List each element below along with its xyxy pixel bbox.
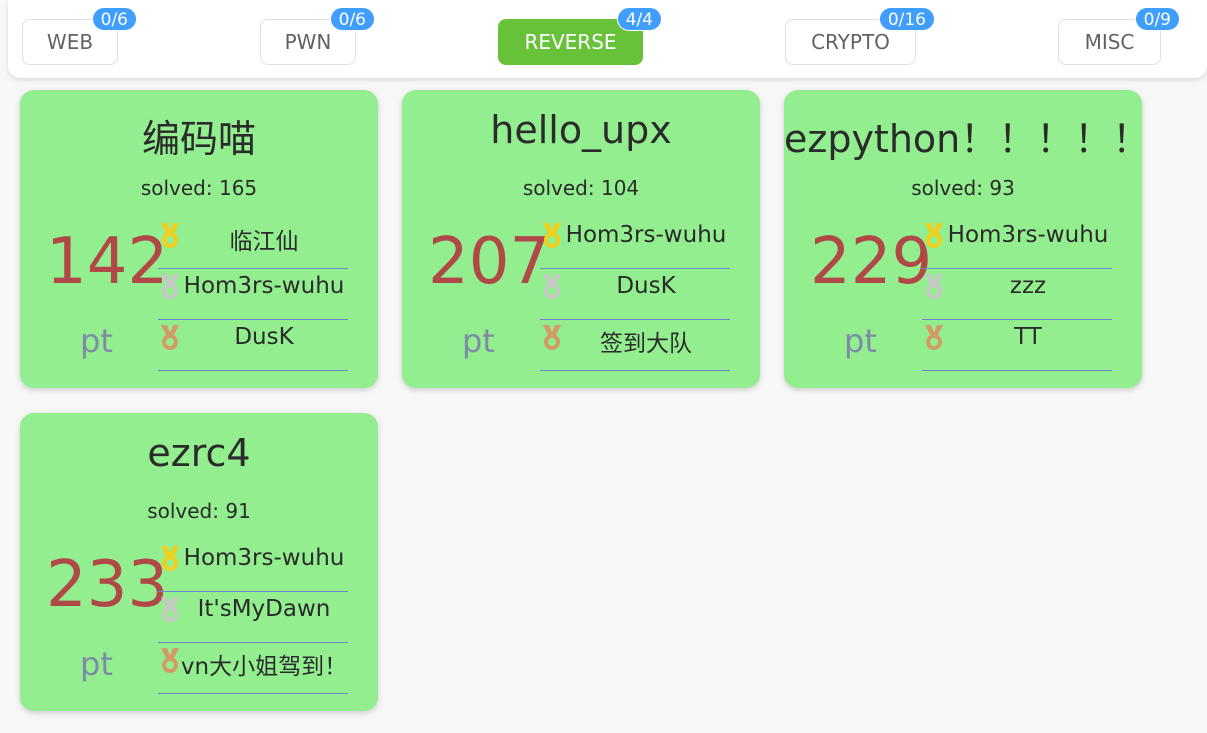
challenge-score: 207	[428, 225, 551, 299]
solver-name: Hom3rs-wuhu	[947, 222, 1109, 248]
solver-name: vn大小姐驾到！	[180, 654, 348, 680]
silver-medal-icon	[922, 273, 946, 301]
silver-medal-icon	[158, 596, 182, 624]
solver-row: DusK	[158, 320, 348, 371]
solver-name: It'sMyDawn	[197, 596, 331, 622]
gold-medal-icon	[158, 545, 182, 573]
solved-count: solved: 91	[147, 499, 251, 523]
score-unit: pt	[80, 322, 113, 360]
solver-name: DusK	[616, 273, 676, 299]
solver-name: Hom3rs-wuhu	[183, 545, 345, 571]
challenge-title: ezpython！！！！！	[784, 117, 1142, 161]
bronze-medal-icon	[922, 324, 946, 352]
bronze-medal-icon	[540, 324, 564, 352]
solver-name: 临江仙	[229, 229, 299, 255]
bronze-medal-icon	[158, 324, 182, 352]
solver-row: vn大小姐驾到！	[158, 643, 348, 694]
challenge-title: 编码喵	[141, 117, 256, 161]
tab-web[interactable]: WEB 0/6	[22, 7, 137, 65]
solver-row: Hom3rs-wuhu	[158, 541, 348, 592]
solved-count: solved: 104	[522, 176, 640, 200]
tab-solved-badge: 4/4	[616, 7, 662, 31]
category-tab-bar: WEB 0/6 PWN 0/6 REVERSE 4/4 CRYPTO 0/16 …	[8, 0, 1207, 78]
tab-reverse[interactable]: REVERSE 4/4	[498, 7, 662, 65]
solved-count: solved: 165	[140, 176, 258, 200]
challenge-score: 233	[46, 548, 169, 622]
challenge-card[interactable]: hello_upx solved: 104 207 pt Hom3rs-wuhu…	[402, 90, 760, 388]
silver-medal-icon	[158, 273, 182, 301]
tab-pwn[interactable]: PWN 0/6	[260, 7, 375, 65]
score-unit: pt	[462, 322, 495, 360]
top-solvers-list: Hom3rs-wuhu It'sMyDawn vn大小姐驾到！	[158, 541, 348, 694]
solver-row: 签到大队	[540, 320, 730, 371]
top-solvers-list: Hom3rs-wuhu DusK 签到大队	[540, 218, 730, 371]
tab-solved-badge: 0/6	[329, 7, 375, 31]
challenge-card[interactable]: ezrc4 solved: 91 233 pt Hom3rs-wuhu It's…	[20, 413, 378, 711]
solver-name: 签到大队	[600, 331, 692, 357]
tab-solved-badge: 0/6	[91, 7, 137, 31]
solved-count: solved: 93	[911, 176, 1015, 200]
challenge-card[interactable]: 编码喵 solved: 165 142 pt 临江仙 Hom3rs-wuhu D…	[20, 90, 378, 388]
solver-row: 临江仙	[158, 218, 348, 269]
silver-medal-icon	[540, 273, 564, 301]
tab-solved-badge: 0/16	[878, 7, 935, 31]
tab-label: REVERSE	[524, 30, 617, 54]
solver-name: Hom3rs-wuhu	[183, 273, 345, 299]
top-solvers-list: 临江仙 Hom3rs-wuhu DusK	[158, 218, 348, 371]
solver-row: DusK	[540, 269, 730, 320]
solver-row: Hom3rs-wuhu	[158, 269, 348, 320]
score-unit: pt	[844, 322, 877, 360]
gold-medal-icon	[540, 222, 564, 250]
solver-name: DusK	[234, 324, 294, 350]
solver-row: It'sMyDawn	[158, 592, 348, 643]
tab-label: MISC	[1084, 30, 1135, 54]
gold-medal-icon	[922, 222, 946, 250]
tab-misc[interactable]: MISC 0/9	[1058, 7, 1180, 65]
solver-row: Hom3rs-wuhu	[540, 218, 730, 269]
solver-name: TT	[1014, 324, 1042, 350]
challenge-card[interactable]: ezpython！！！！！ solved: 93 229 pt Hom3rs-w…	[784, 90, 1142, 388]
top-solvers-list: Hom3rs-wuhu zzz TT	[922, 218, 1112, 371]
gold-medal-icon	[158, 222, 182, 250]
challenge-score: 142	[46, 225, 169, 299]
tab-label: WEB	[46, 30, 94, 54]
solver-name: zzz	[1009, 273, 1047, 299]
solver-row: Hom3rs-wuhu	[922, 218, 1112, 269]
challenge-title: ezrc4	[147, 431, 251, 475]
solver-row: zzz	[922, 269, 1112, 320]
solver-row: TT	[922, 320, 1112, 371]
tab-crypto[interactable]: CRYPTO 0/16	[785, 7, 935, 65]
tab-label: PWN	[284, 30, 332, 54]
tab-label: CRYPTO	[811, 30, 890, 54]
tab-solved-badge: 0/9	[1134, 7, 1180, 31]
challenge-title: hello_upx	[490, 108, 672, 152]
challenge-score: 229	[810, 225, 933, 299]
solver-name: Hom3rs-wuhu	[565, 222, 727, 248]
score-unit: pt	[80, 645, 113, 683]
bronze-medal-icon	[158, 647, 182, 675]
